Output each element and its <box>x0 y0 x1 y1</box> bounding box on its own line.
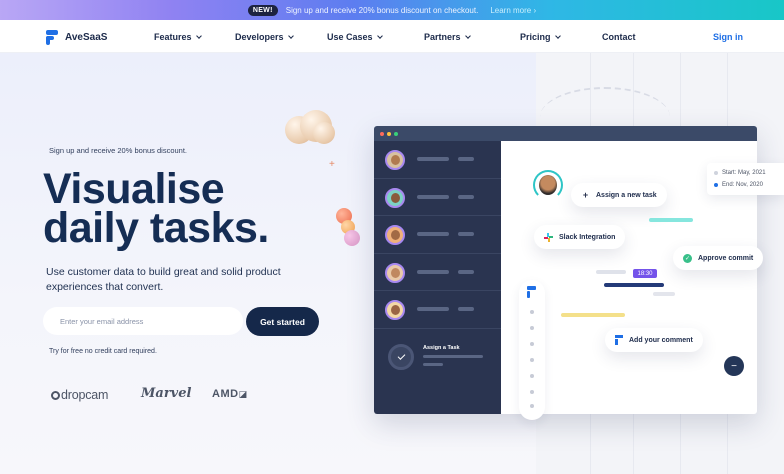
signin-link[interactable]: Sign in <box>713 32 743 42</box>
decorative-cloud <box>313 122 335 144</box>
brand-logo[interactable]: AveSaaS <box>46 30 107 45</box>
placeholder-bar <box>423 355 483 358</box>
slack-integration-card[interactable]: Slack Integration <box>534 225 626 249</box>
placeholder-bar <box>458 232 474 236</box>
timeline-bar <box>649 218 693 222</box>
placeholder-bar <box>417 194 449 199</box>
placeholder-bar <box>417 269 449 274</box>
brand-mark-icon <box>46 30 58 45</box>
add-comment-label: Add your comment <box>629 336 693 344</box>
dropcam-logo: dropcam <box>51 388 108 402</box>
timeline-dot <box>530 390 534 394</box>
assign-new-task-label: Assign a new task <box>596 191 657 199</box>
brand-mark-icon <box>527 286 537 298</box>
hero-promo-line: Sign up and receive 20% bonus discount. <box>49 146 188 155</box>
nav-item-features[interactable]: Features <box>154 32 202 42</box>
team-member-row[interactable] <box>374 291 501 329</box>
slack-icon <box>544 232 553 242</box>
date-range-card: Start: May, 2021 End: Nov, 2020 <box>707 163 784 195</box>
assign-new-task-card[interactable]: + Assign a new task <box>571 183 667 207</box>
learn-more-link[interactable]: Learn more › <box>490 6 536 15</box>
window-maximize-dot <box>394 131 398 136</box>
timeline-dot <box>530 326 534 330</box>
timeline-dot <box>530 404 534 408</box>
check-circle-icon <box>388 344 414 370</box>
start-date: Start: May, 2021 <box>722 170 766 176</box>
window-close-dot <box>380 131 384 136</box>
time-badge: 18:30 <box>633 269 657 278</box>
nav-item-use-cases[interactable]: Use Cases <box>327 32 383 42</box>
timeline-dot <box>530 342 534 346</box>
slack-integration-label: Slack Integration <box>559 233 616 241</box>
hero-subcopy: Use customer data to build great and sol… <box>46 266 281 293</box>
placeholder-bar <box>458 307 474 311</box>
timeline-dot <box>530 374 534 378</box>
timeline-bar <box>596 270 626 274</box>
check-icon: ✓ <box>683 253 692 263</box>
placeholder-bar <box>417 232 449 236</box>
timeline-dot <box>530 358 534 362</box>
placeholder-bar <box>458 194 474 199</box>
avatar <box>385 225 405 245</box>
team-member-row[interactable] <box>374 179 501 216</box>
window-titlebar <box>374 126 757 141</box>
plus-sparkle-icon: + <box>329 159 335 170</box>
avatar <box>385 300 405 320</box>
end-date: End: Nov, 2020 <box>722 182 763 188</box>
hero-title: Visualise daily tasks. <box>43 168 269 250</box>
timeline-bar <box>604 283 664 287</box>
team-member-row[interactable] <box>374 254 501 291</box>
avatar <box>385 150 405 170</box>
hero-title-line2-wrap: daily tasks. <box>43 207 269 250</box>
nav-item-developers[interactable]: Developers <box>235 32 294 42</box>
app-sidebar: Assign a Task <box>374 141 501 414</box>
approve-commit-card[interactable]: ✓ Approve commit <box>673 246 764 270</box>
team-member-row[interactable] <box>374 216 501 254</box>
collapse-button[interactable]: − <box>724 356 744 376</box>
marvel-logo: Marvel <box>141 386 192 401</box>
window-minimize-dot <box>387 131 391 136</box>
avatar <box>385 262 405 283</box>
chevron-down-icon <box>287 32 294 39</box>
hero-title-line2: daily tasks. <box>43 204 269 252</box>
no-credit-card-note: Try for free no credit card required. <box>49 348 157 355</box>
placeholder-bar <box>417 307 449 311</box>
timeline-dot <box>530 310 534 314</box>
team-member-row[interactable] <box>374 141 501 179</box>
promo-text: Sign up and receive 20% bonus discount o… <box>285 5 479 15</box>
placeholder-bar <box>458 157 474 161</box>
nav-item-pricing[interactable]: Pricing <box>520 32 561 42</box>
promo-banner: NEW! Sign up and receive 20% bonus disco… <box>0 0 784 20</box>
app-mockup-window: Assign a Task <box>374 126 757 414</box>
timeline-bar <box>561 313 625 317</box>
chevron-down-icon <box>195 32 202 39</box>
avatar <box>385 187 405 208</box>
chevron-down-icon <box>464 32 471 39</box>
minus-icon: − <box>731 360 737 372</box>
new-badge: NEW! <box>247 4 278 16</box>
email-input[interactable] <box>43 307 243 335</box>
nav-item-contact[interactable]: Contact <box>602 32 636 42</box>
top-nav: AveSaaS Features Developers Use Cases Pa… <box>0 20 784 53</box>
chevron-down-icon <box>376 32 383 39</box>
amd-logo: AMD◪ <box>212 388 248 400</box>
timeline-bar <box>653 292 675 296</box>
timeline-strip <box>519 280 545 420</box>
plus-icon: + <box>581 190 590 200</box>
add-comment-card[interactable]: Add your comment <box>605 328 703 352</box>
assign-task-panel[interactable]: Assign a Task <box>374 328 501 414</box>
brand-mark-icon <box>615 335 623 345</box>
chevron-down-icon <box>554 32 561 39</box>
nav-item-partners[interactable]: Partners <box>424 32 471 42</box>
placeholder-bar <box>423 363 443 366</box>
get-started-button[interactable]: Get started <box>246 307 319 336</box>
assignee-avatar[interactable] <box>533 170 563 200</box>
brand-name: AveSaaS <box>65 32 108 43</box>
placeholder-bar <box>417 157 449 161</box>
assign-task-label: Assign a Task <box>423 345 460 351</box>
approve-commit-label: Approve commit <box>698 254 754 262</box>
decorative-ball <box>344 230 360 246</box>
placeholder-bar <box>458 269 474 274</box>
